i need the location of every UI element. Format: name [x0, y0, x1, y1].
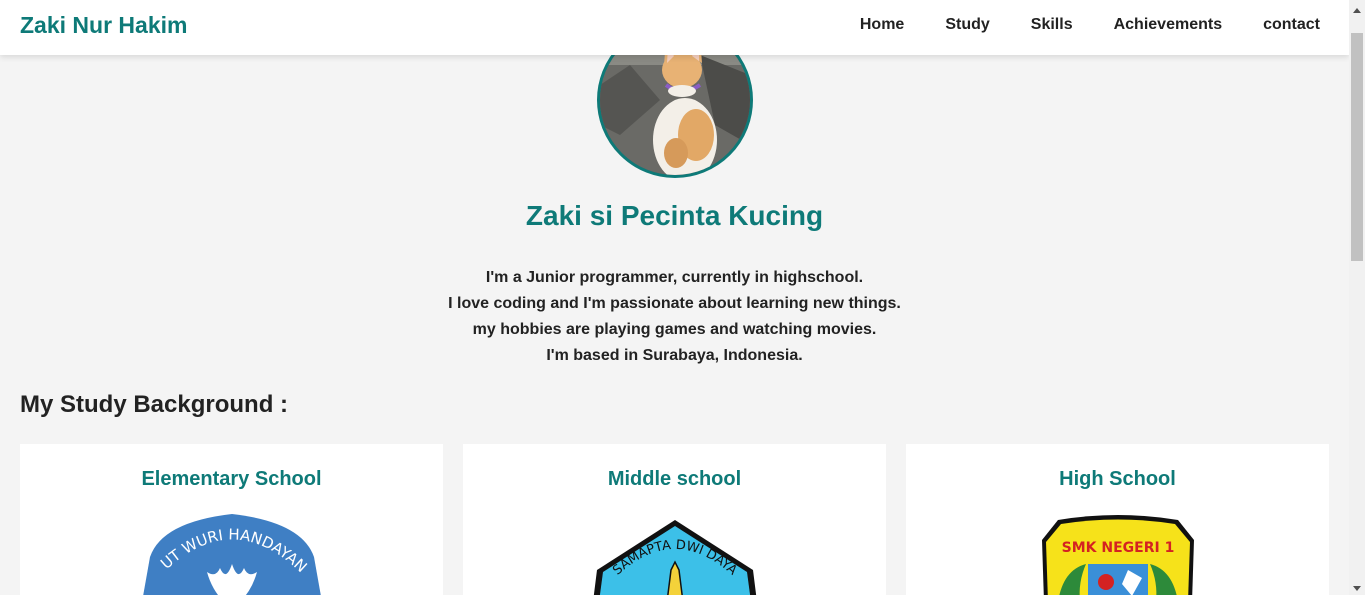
- navbar: Zaki Nur Hakim Home Study Skills Achieve…: [0, 0, 1349, 55]
- page-scrollbar[interactable]: [1349, 0, 1365, 595]
- tut-wuri-handayani-logo: TUT WURI HANDAYANI: [132, 512, 321, 595]
- study-card-elementary: Elementary School TUT WURI HANDAYANI: [20, 444, 443, 595]
- smk-negeri-1-logo: SMK NEGERI 1: [1041, 515, 1194, 595]
- bio-text: I'm a Junior programmer, currently in hi…: [0, 265, 1349, 369]
- bio-line: I'm a Junior programmer, currently in hi…: [485, 269, 864, 286]
- nav-link-skills[interactable]: Skills: [1031, 16, 1073, 34]
- site-brand[interactable]: Zaki Nur Hakim: [20, 12, 187, 39]
- study-card-high: High School SMK NEGERI 1: [906, 444, 1329, 595]
- scroll-up-icon[interactable]: [1353, 8, 1361, 13]
- card-title: High School: [1059, 468, 1176, 490]
- hero-title: Zaki si Pecinta Kucing: [525, 200, 824, 231]
- nav-link-study[interactable]: Study: [945, 16, 989, 34]
- card-title: Elementary School: [141, 468, 322, 490]
- bio-line: my hobbies are playing games and watchin…: [472, 321, 877, 338]
- nav-link-contact[interactable]: contact: [1263, 16, 1320, 34]
- study-card-middle: Middle school SAMAPTA DWI DAYA: [463, 444, 886, 595]
- bio-line: I'm based in Surabaya, Indonesia.: [546, 347, 803, 364]
- bio-line: I love coding and I'm passionate about l…: [448, 295, 901, 312]
- study-section-heading: My Study Background :: [20, 391, 289, 418]
- logo-text: SMK NEGERI 1: [1061, 540, 1174, 556]
- nav-link-achievements[interactable]: Achievements: [1114, 16, 1223, 34]
- nav-links: Home Study Skills Achievements contact: [819, 16, 1320, 34]
- nav-link-home[interactable]: Home: [860, 16, 904, 34]
- samapta-dwi-daya-logo: SAMAPTA DWI DAYA: [593, 520, 756, 595]
- scroll-down-icon[interactable]: [1353, 586, 1361, 591]
- scrollbar-thumb[interactable]: [1351, 33, 1363, 261]
- card-title: Middle school: [607, 468, 742, 490]
